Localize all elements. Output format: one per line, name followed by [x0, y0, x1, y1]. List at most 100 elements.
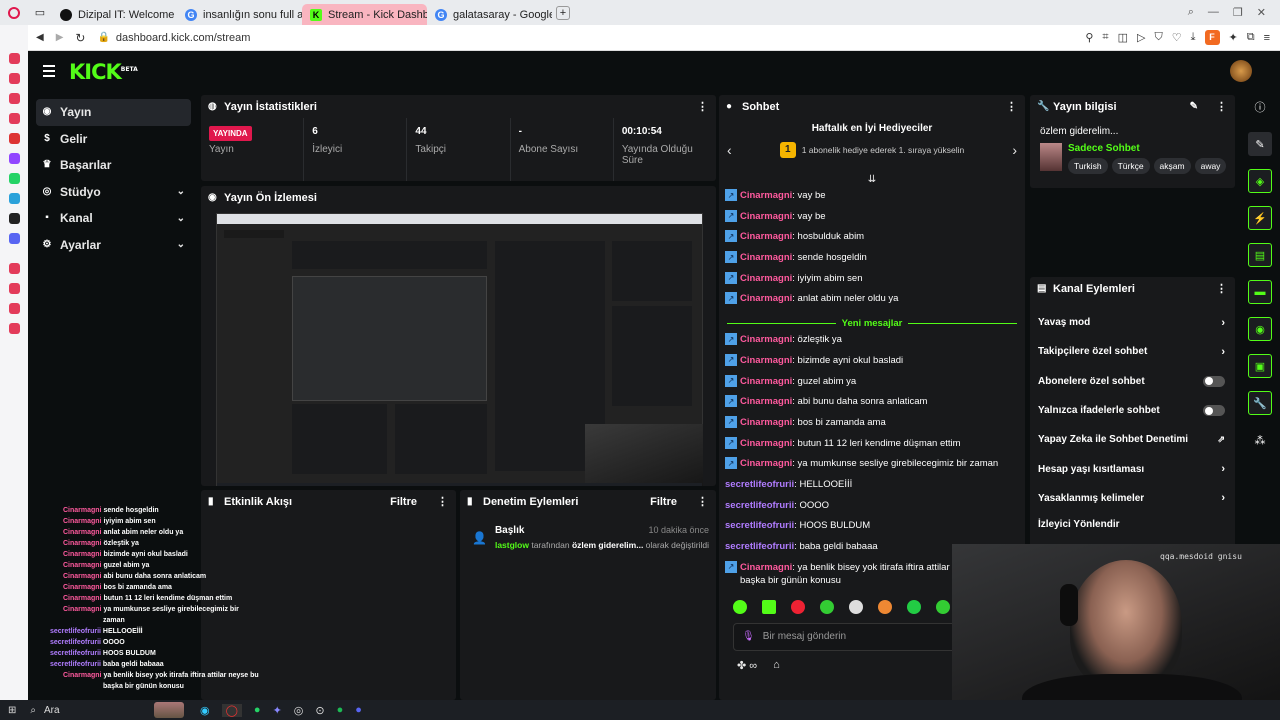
- chat-username[interactable]: Cinarmagni: [740, 231, 792, 242]
- emote-icon[interactable]: [907, 599, 921, 614]
- minimize-icon[interactable]: —: [1208, 6, 1219, 19]
- search-icon[interactable]: ⌕: [1188, 6, 1194, 19]
- emote-icon[interactable]: [820, 599, 834, 614]
- pin-icon[interactable]: ⚲: [1085, 31, 1093, 44]
- chat-icon[interactable]: ▬: [1248, 280, 1272, 304]
- browser-tab-galatasaray[interactable]: Ggalatasaray - Google'da A: [427, 4, 552, 25]
- close-icon[interactable]: ✕: [1257, 6, 1266, 19]
- history-icon[interactable]: [8, 283, 20, 294]
- extensions-icon[interactable]: [8, 303, 20, 314]
- slow-mode-row[interactable]: Yavaş mod ›: [1030, 308, 1235, 337]
- discord-icon[interactable]: ●: [355, 704, 362, 717]
- app-icon[interactable]: ⊙: [315, 704, 324, 717]
- kick-logo[interactable]: KICKBETA: [69, 60, 138, 84]
- moderation-icon[interactable]: ▣: [1248, 354, 1272, 378]
- chat-username[interactable]: Cinarmagni: [740, 396, 792, 407]
- chat-username[interactable]: Cinarmagni: [740, 334, 792, 345]
- whatsapp-icon[interactable]: [8, 173, 20, 184]
- chat-username[interactable]: Cinarmagni: [740, 252, 792, 263]
- chat-username[interactable]: Cinarmagni: [740, 273, 792, 284]
- taskbar-widget[interactable]: [154, 702, 184, 718]
- sidebar-app-icon[interactable]: [8, 133, 20, 144]
- more-options-icon[interactable]: ⋮: [697, 100, 708, 113]
- emote-icon[interactable]: [878, 599, 892, 614]
- hamburger-menu-icon[interactable]: [43, 65, 55, 77]
- x-icon[interactable]: [8, 213, 20, 224]
- opera-logo-icon[interactable]: [0, 6, 28, 19]
- url-field[interactable]: dashboard.kick.com/stream: [116, 32, 251, 44]
- sidebar-app-icon[interactable]: [8, 263, 20, 274]
- extension-badge[interactable]: F: [1204, 30, 1220, 45]
- activity-icon[interactable]: ▤: [1248, 243, 1272, 267]
- chat-username[interactable]: Cinarmagni: [740, 355, 792, 366]
- stream-preview-video[interactable]: [216, 213, 703, 486]
- twitch-icon[interactable]: [8, 153, 20, 164]
- info-icon[interactable]: ⓘ: [1248, 95, 1272, 119]
- reload-icon[interactable]: ↻: [75, 31, 85, 45]
- chat-username[interactable]: secretlifeofrurii: [725, 479, 794, 490]
- entry-user[interactable]: lastglow: [495, 540, 529, 550]
- snapshot-icon[interactable]: ⌗: [1102, 31, 1108, 44]
- nav-item-studyo[interactable]: ◎ Stüdyo ⌄: [36, 179, 191, 206]
- subscribers-only-toggle[interactable]: [1203, 375, 1225, 387]
- nav-item-ayarlar[interactable]: ⚙ Ayarlar ⌄: [36, 232, 191, 259]
- account-age-row[interactable]: Hesap yaşı kısıtlaması ›: [1030, 454, 1235, 483]
- extension-icon[interactable]: ✦: [1229, 31, 1238, 44]
- new-tab-button[interactable]: +: [556, 5, 570, 20]
- stats-icon[interactable]: ◈: [1248, 169, 1272, 193]
- chat-username[interactable]: secretlifeofrurii: [725, 500, 794, 511]
- raid-row[interactable]: İzleyici Yönlendir: [1030, 513, 1235, 535]
- chat-username[interactable]: Cinarmagni: [740, 376, 792, 387]
- telegram-icon[interactable]: [8, 193, 20, 204]
- nav-item-yayin[interactable]: ◉ Yayın: [36, 99, 191, 126]
- chat-username[interactable]: Cinarmagni: [740, 438, 792, 449]
- ai-moderation-row[interactable]: Yapay Zeka ile Sohbet Denetimi ⇗: [1030, 425, 1235, 454]
- pencil-icon[interactable]: ✎: [1248, 132, 1272, 156]
- chat-username[interactable]: secretlifeofrurii: [725, 520, 794, 531]
- chat-username[interactable]: Cinarmagni: [740, 190, 792, 201]
- emote-icon[interactable]: [791, 599, 805, 614]
- chevron-left-icon[interactable]: ‹: [727, 142, 732, 158]
- start-icon[interactable]: ⊞: [8, 705, 16, 716]
- heart-icon[interactable]: ♡: [1172, 31, 1182, 44]
- filter-button[interactable]: Filtre: [390, 496, 417, 508]
- emote-icon[interactable]: [733, 599, 747, 614]
- banned-words-row[interactable]: Yasaklanmış kelimeler ›: [1030, 484, 1235, 513]
- chat-username[interactable]: secretlifeofrurii: [725, 541, 794, 552]
- sidebar-app-icon[interactable]: [8, 73, 20, 84]
- chat-username[interactable]: Cinarmagni: [740, 293, 792, 304]
- obs-icon[interactable]: ◎: [294, 704, 304, 717]
- browser-tab-dizipal[interactable]: Dizipal IT: Welcome to De: [52, 4, 177, 25]
- tab-list-icon[interactable]: ▭: [28, 6, 52, 19]
- browser-tab-kick[interactable]: K Stream - Kick Dashboard: [302, 4, 427, 25]
- lightning-icon[interactable]: ⚡: [1248, 206, 1272, 230]
- sidebar-app-icon[interactable]: [8, 113, 20, 124]
- emote-icon[interactable]: [849, 599, 863, 614]
- play-icon[interactable]: ▷: [1137, 31, 1145, 44]
- nav-item-basarilar[interactable]: ♛ Başarılar: [36, 152, 191, 179]
- sidebar-app-icon[interactable]: [8, 93, 20, 104]
- chat-username[interactable]: Cinarmagni: [740, 458, 792, 469]
- camera-icon[interactable]: ◫: [1118, 31, 1128, 44]
- more-options-icon[interactable]: ⋮: [437, 495, 448, 508]
- emote-icon[interactable]: [936, 599, 950, 614]
- broadcast-icon[interactable]: ◉: [1248, 317, 1272, 341]
- more-options-icon[interactable]: ⋮: [1216, 100, 1227, 113]
- microphone-icon[interactable]: 🎙: [742, 631, 755, 642]
- emote-icon[interactable]: [762, 599, 776, 614]
- chat-username[interactable]: Cinarmagni: [740, 562, 792, 573]
- discord-icon[interactable]: [8, 233, 20, 244]
- filter-button[interactable]: Filtre: [650, 496, 677, 508]
- taskbar-search[interactable]: Ara: [44, 705, 154, 716]
- apps-icon[interactable]: ⁂: [1248, 428, 1272, 452]
- download-icon[interactable]: ⤓: [1191, 31, 1196, 44]
- store-icon[interactable]: ⌂: [773, 659, 780, 672]
- back-icon[interactable]: ◀: [36, 32, 44, 43]
- more-options-icon[interactable]: ⋮: [1006, 100, 1017, 113]
- chat-username[interactable]: Cinarmagni: [740, 417, 792, 428]
- nav-item-kanal[interactable]: ▪ Kanal ⌄: [36, 205, 191, 232]
- opera-icon[interactable]: ◯: [221, 703, 242, 717]
- settings-icon[interactable]: [8, 323, 20, 334]
- edge-icon[interactable]: ◉: [200, 704, 210, 717]
- chat-username[interactable]: Cinarmagni: [740, 211, 792, 222]
